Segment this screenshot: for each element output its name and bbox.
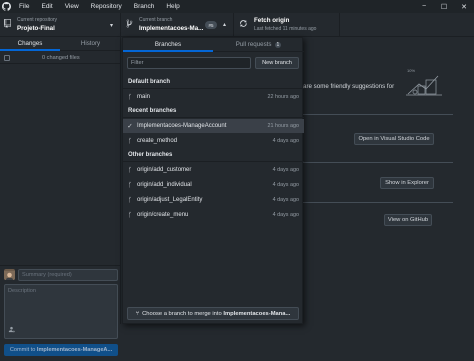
branch-icon: [126, 19, 133, 30]
branch-row-time: 21 hours ago: [267, 123, 299, 129]
branch-row-time: 4 days ago: [272, 197, 299, 203]
branch-row-time: 4 days ago: [272, 138, 299, 144]
menubar: File Edit View Repository Branch Help − …: [0, 0, 474, 13]
left-panel: Changes History 0 changed files Summary …: [0, 37, 121, 356]
tab-history[interactable]: History: [60, 37, 121, 51]
open-in-vscode-button[interactable]: Open in Visual Studio Code: [354, 133, 434, 145]
description-placeholder: Description: [8, 288, 36, 294]
group-recent-branches: Recent branches: [123, 105, 304, 118]
pr-count-badge: 1: [274, 41, 282, 48]
merge-icon: ⑂: [135, 310, 140, 317]
maximize-button[interactable]: ☐: [434, 0, 454, 13]
pr-badge: #5: [205, 21, 217, 29]
tab-branches[interactable]: Branches: [123, 38, 213, 52]
close-button[interactable]: ✕: [454, 0, 474, 13]
minimize-button[interactable]: −: [414, 0, 434, 13]
tab-changes[interactable]: Changes: [0, 37, 60, 51]
menu-repository[interactable]: Repository: [85, 3, 128, 10]
repository-name: Projeto-Final: [17, 25, 55, 32]
pull-requests-label: Pull requests: [235, 41, 272, 48]
menu-edit[interactable]: Edit: [35, 3, 58, 10]
branch-dropdown: Branches Pull requests 1 Filter New bran…: [122, 37, 304, 324]
branch-icon: ᚴ: [128, 137, 132, 145]
branch-row-name: main: [137, 94, 151, 100]
toolbar: Current repository Projeto-Final ▾ Curre…: [0, 13, 474, 37]
view-on-github-button[interactable]: View on GitHub: [384, 214, 432, 226]
branch-row-name: Implementacoes-ManageAccount: [137, 123, 227, 129]
branch-row-time: 4 days ago: [272, 182, 299, 188]
avatar: [4, 269, 15, 280]
branch-row[interactable]: ᚴ create_method 4 days ago: [123, 134, 304, 148]
check-icon: ✓: [127, 123, 133, 130]
github-icon: [0, 0, 13, 13]
branch-icon: ᚴ: [128, 211, 132, 219]
chevron-up-icon: ▴: [223, 22, 227, 28]
svg-text:10%: 10%: [407, 68, 415, 73]
branch-filter-input[interactable]: Filter: [127, 57, 251, 69]
changed-files-row: 0 changed files: [0, 52, 121, 64]
branch-row-name: origin/add_individual: [137, 182, 192, 188]
repo-icon: [4, 19, 11, 30]
divider: [303, 162, 453, 163]
changed-files-count: 0 changed files: [42, 54, 80, 61]
branch-row-name: origin/adjust_LegalEntity: [137, 197, 203, 203]
group-other-branches: Other branches: [123, 149, 304, 162]
branch-row-time: 4 days ago: [272, 167, 299, 173]
tab-pull-requests[interactable]: Pull requests 1: [213, 38, 304, 52]
menu-view[interactable]: View: [59, 3, 85, 10]
branch-row[interactable]: ᚴ origin/adjust_LegalEntity 4 days ago: [123, 193, 304, 207]
branch-label: Current branch: [139, 17, 173, 23]
menu-file[interactable]: File: [13, 3, 35, 10]
commit-button[interactable]: Commit to Implementacoes-ManageA...: [4, 344, 118, 356]
branch-icon: ᚴ: [128, 196, 132, 204]
branch-row-time: 4 days ago: [272, 212, 299, 218]
branch-name: Implementacoes-Ma...: [139, 25, 204, 32]
commit-prefix: Commit to: [9, 347, 37, 353]
group-default-branch: Default branch: [123, 76, 304, 89]
commit-area: Summary (required) Description Commit to…: [0, 265, 121, 361]
branch-row-name: origin/create_menu: [137, 212, 189, 218]
branch-icon: ᚴ: [128, 93, 132, 101]
branch-row-name: create_method: [137, 138, 178, 144]
branch-row[interactable]: ᚴ main 22 hours ago: [123, 90, 304, 104]
branch-row-name: origin/add_customer: [137, 167, 192, 173]
illustration-icon: 10%: [404, 64, 444, 100]
sync-icon: [240, 19, 249, 30]
summary-input[interactable]: Summary (required): [18, 269, 118, 281]
branch-row[interactable]: ᚴ origin/add_individual 4 days ago: [123, 178, 304, 192]
show-in-explorer-button[interactable]: Show in Explorer: [380, 177, 434, 189]
branch-row[interactable]: ᚴ origin/add_customer 4 days ago: [123, 163, 304, 177]
add-coauthor-icon[interactable]: [8, 326, 15, 335]
branch-row[interactable]: ᚴ origin/create_menu 4 days ago: [123, 208, 304, 222]
repository-selector[interactable]: Current repository Projeto-Final ▾: [0, 13, 121, 37]
new-branch-button[interactable]: New branch: [255, 57, 299, 69]
merge-branch: Implementacoes-Mana...: [223, 310, 291, 317]
branch-row-selected[interactable]: ✓ Implementacoes-ManageAccount 21 hours …: [123, 119, 304, 133]
merge-branch-button[interactable]: ⑂ Choose a branch to merge into Implemen…: [127, 307, 299, 320]
chevron-down-icon: ▾: [110, 23, 114, 29]
repository-label: Current repository: [17, 17, 58, 23]
fetch-label: Fetch origin: [254, 17, 290, 24]
branch-icon: ᚴ: [128, 166, 132, 174]
menu-help[interactable]: Help: [160, 3, 185, 10]
commit-branch: Implementacoes-ManageA...: [36, 347, 113, 353]
fetch-origin-button[interactable]: Fetch origin Last fetched 11 minutes ago: [234, 13, 340, 37]
menu-branch[interactable]: Branch: [128, 3, 161, 10]
branch-icon: ᚴ: [128, 181, 132, 189]
branch-selector[interactable]: Current branch Implementacoes-Ma... #5 ▴: [121, 13, 234, 37]
divider: [303, 114, 453, 115]
description-input[interactable]: Description: [4, 284, 118, 339]
select-all-checkbox[interactable]: [4, 54, 10, 61]
fetch-sub: Last fetched 11 minutes ago: [254, 26, 317, 32]
suggestions-text: are some friendly suggestions for: [303, 83, 395, 90]
branch-row-time: 22 hours ago: [267, 94, 299, 100]
divider: [303, 202, 453, 203]
merge-prefix: Choose a branch to merge into: [142, 310, 224, 317]
